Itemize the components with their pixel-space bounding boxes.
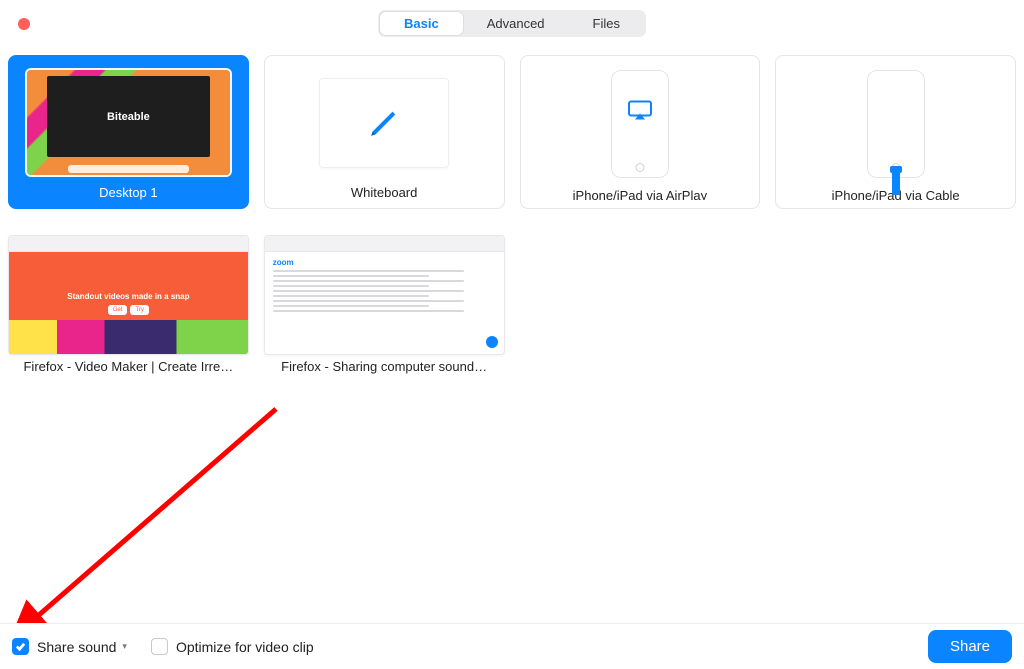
airplay-icon <box>628 101 652 126</box>
checkbox-box <box>12 638 29 655</box>
window-thumbnail: zoom <box>264 235 505 355</box>
tile-firefox-zoom-help[interactable]: zoom Firefox - Sharing computer sound… <box>264 224 505 374</box>
tab-basic[interactable]: Basic <box>380 12 463 35</box>
window-close-button[interactable] <box>18 18 30 30</box>
tile-label: Firefox - Sharing computer sound… <box>281 359 487 374</box>
tab-advanced[interactable]: Advanced <box>463 12 569 35</box>
optimize-video-checkbox[interactable]: Optimize for video clip <box>151 638 314 655</box>
window-thumbnail: Standout videos made in a snap GetTry <box>8 235 249 355</box>
tile-label: Desktop 1 <box>99 185 158 200</box>
share-options-grid: Biteable Desktop 1 Whiteboard <box>8 55 1016 374</box>
tile-desktop-1[interactable]: Biteable Desktop 1 <box>8 55 249 209</box>
mode-tabs: Basic Advanced Files <box>378 10 646 37</box>
check-icon <box>15 641 26 652</box>
airplay-thumbnail <box>529 64 752 184</box>
footer-bar: Share sound ▾ Optimize for video clip Sh… <box>0 623 1024 669</box>
cable-thumbnail <box>784 64 1007 184</box>
tile-cable[interactable]: iPhone/iPad via Cable <box>775 55 1016 209</box>
tile-airplay[interactable]: iPhone/iPad via AirPlay <box>520 55 761 209</box>
tile-label: Firefox - Video Maker | Create Irre… <box>23 359 233 374</box>
checkbox-label: Share sound <box>37 639 116 655</box>
checkbox-label: Optimize for video clip <box>176 639 314 655</box>
hero-text: Standout videos made in a snap <box>61 292 195 301</box>
share-button[interactable]: Share <box>928 630 1012 663</box>
page-brand: zoom <box>273 258 496 267</box>
pencil-icon <box>367 106 401 140</box>
tile-label: Whiteboard <box>351 185 417 200</box>
cable-icon <box>892 171 900 195</box>
tile-whiteboard[interactable]: Whiteboard <box>264 55 505 209</box>
whiteboard-thumbnail <box>273 64 496 181</box>
annotation-arrow <box>14 405 294 640</box>
desktop-thumb-text: Biteable <box>107 111 150 123</box>
chevron-down-icon[interactable]: ▾ <box>122 641 127 652</box>
tile-firefox-biteable[interactable]: Standout videos made in a snap GetTry Fi… <box>8 224 249 374</box>
desktop-thumbnail: Biteable <box>17 64 240 181</box>
tile-label: iPhone/iPad via AirPlay <box>573 188 707 200</box>
share-sound-checkbox[interactable]: Share sound ▾ <box>12 638 127 655</box>
checkbox-box <box>151 638 168 655</box>
tab-files[interactable]: Files <box>569 12 644 35</box>
